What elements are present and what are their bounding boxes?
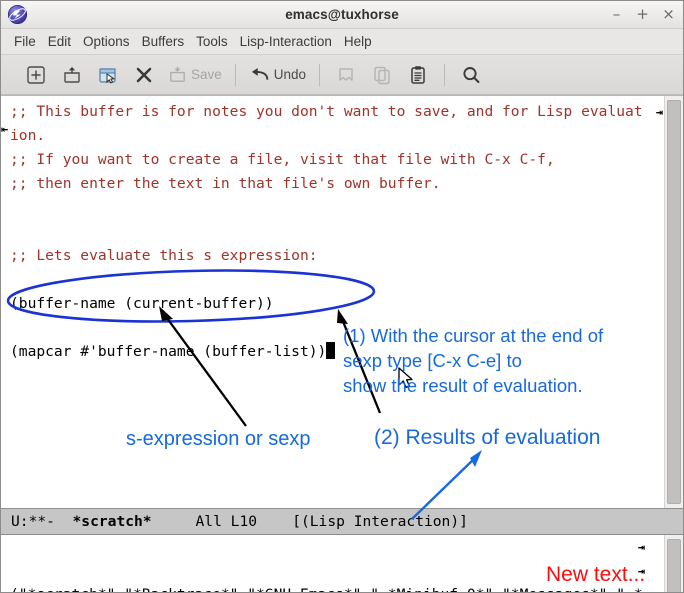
- minimize-button[interactable]: –: [610, 7, 623, 22]
- mode-line: U:**- *scratch* All L10 [(Lisp Interacti…: [1, 508, 683, 535]
- new-file-button[interactable]: [19, 59, 53, 91]
- toolbar-separator-2: [319, 63, 321, 86]
- save-label: Save: [191, 67, 222, 82]
- tool-bar: Save Undo: [1, 55, 683, 95]
- text-cursor: [326, 342, 336, 359]
- toolbar-separator-1: [234, 63, 236, 86]
- buffer-line-3: ;; If you want to create a file, visit t…: [10, 151, 555, 168]
- buffer-line-2: ion.: [10, 127, 46, 144]
- copy-icon: [374, 66, 390, 84]
- close-icon: [136, 67, 152, 82]
- buffer-line-4: ;; then enter the text in that file's ow…: [10, 175, 441, 192]
- save-button[interactable]: Save: [163, 59, 226, 91]
- title-bar: emacs@tuxhorse – + ×: [1, 1, 683, 29]
- menu-tools[interactable]: Tools: [190, 32, 234, 51]
- search-button[interactable]: [454, 59, 488, 91]
- open-file-button[interactable]: [91, 59, 125, 91]
- buffer-line-7: ;; Lets evaluate this s expression:: [10, 247, 318, 264]
- continuation-marker-left: ⇤: [1, 122, 9, 136]
- paste-button[interactable]: [401, 59, 435, 91]
- echo-scrollbar[interactable]: [664, 535, 683, 592]
- left-fringe: ⇤: [1, 96, 10, 508]
- echo-scrollbar-thumb[interactable]: [667, 539, 681, 592]
- toolbar-separator-3: [444, 63, 446, 86]
- menu-lisp-interaction[interactable]: Lisp-Interaction: [234, 32, 338, 51]
- open-folder-button[interactable]: [55, 59, 89, 91]
- echo-area: ("*scratch*" "*Backtrace*" "*GNU Emacs*"…: [1, 535, 664, 592]
- echo-area-wrap: ("*scratch*" "*Backtrace*" "*GNU Emacs*"…: [1, 535, 683, 592]
- cut-icon: [339, 67, 353, 81]
- buffer-line-8: [10, 268, 664, 292]
- echo-continuation-marker-2: ⇥: [637, 564, 645, 578]
- scratch-buffer[interactable]: ;; This buffer is for notes you don't wa…: [10, 96, 664, 508]
- paste-icon: [411, 65, 425, 84]
- buffer-line-5: [10, 196, 664, 220]
- undo-icon: [251, 67, 269, 80]
- emacs-window: emacs@tuxhorse – + × File Edit Options B…: [0, 0, 684, 593]
- sexp-text: (mapcar #'buffer-name (buffer-list)): [10, 343, 327, 360]
- mode-line-prefix: U:**-: [11, 513, 73, 530]
- save-icon: [170, 66, 185, 82]
- menu-help[interactable]: Help: [338, 32, 378, 51]
- menu-edit[interactable]: Edit: [42, 32, 77, 51]
- close-button[interactable]: ×: [662, 7, 675, 22]
- undo-button[interactable]: Undo: [245, 59, 310, 91]
- search-icon: [463, 66, 480, 83]
- open-file-icon: [99, 67, 116, 84]
- undo-label: Undo: [273, 67, 307, 82]
- copy-button[interactable]: [365, 59, 399, 91]
- gnu-emacs-logo-icon: [7, 4, 28, 25]
- buffer-line-10: [10, 316, 664, 340]
- window-controls: – + ×: [610, 1, 675, 28]
- buffer-line-6: [10, 220, 664, 244]
- new-file-icon: [27, 65, 45, 84]
- cut-button[interactable]: [329, 59, 363, 91]
- buffer-line-1: ;; This buffer is for notes you don't wa…: [10, 103, 643, 120]
- mode-line-position: All L10: [151, 513, 293, 530]
- buffer-line-11: (mapcar #'buffer-name (buffer-list)): [10, 340, 664, 364]
- menu-bar: File Edit Options Buffers Tools Lisp-Int…: [1, 29, 683, 55]
- echo-line-1: ("*scratch*" "*Backtrace*" "*GNU Emacs*"…: [10, 583, 664, 592]
- menu-buffers[interactable]: Buffers: [136, 32, 191, 51]
- buffer-area: ⇤ ;; This buffer is for notes you don't …: [1, 95, 683, 508]
- maximize-button[interactable]: +: [636, 7, 649, 22]
- window-title: emacs@tuxhorse: [285, 7, 399, 22]
- menu-options[interactable]: Options: [77, 32, 136, 51]
- scrollbar-thumb[interactable]: [667, 100, 681, 504]
- open-folder-icon: [64, 66, 80, 83]
- close-buffer-button[interactable]: [127, 59, 161, 91]
- continuation-marker-right: ⇥: [655, 105, 663, 119]
- mode-line-buffer-name: *scratch*: [72, 513, 152, 530]
- echo-continuation-marker-1: ⇥: [637, 540, 645, 554]
- buffer-line-9: (buffer-name (current-buffer)): [10, 295, 274, 312]
- buffer-scrollbar[interactable]: [664, 96, 683, 508]
- menu-file[interactable]: File: [8, 32, 42, 51]
- mode-line-mode: [(Lisp Interaction)]: [292, 513, 468, 530]
